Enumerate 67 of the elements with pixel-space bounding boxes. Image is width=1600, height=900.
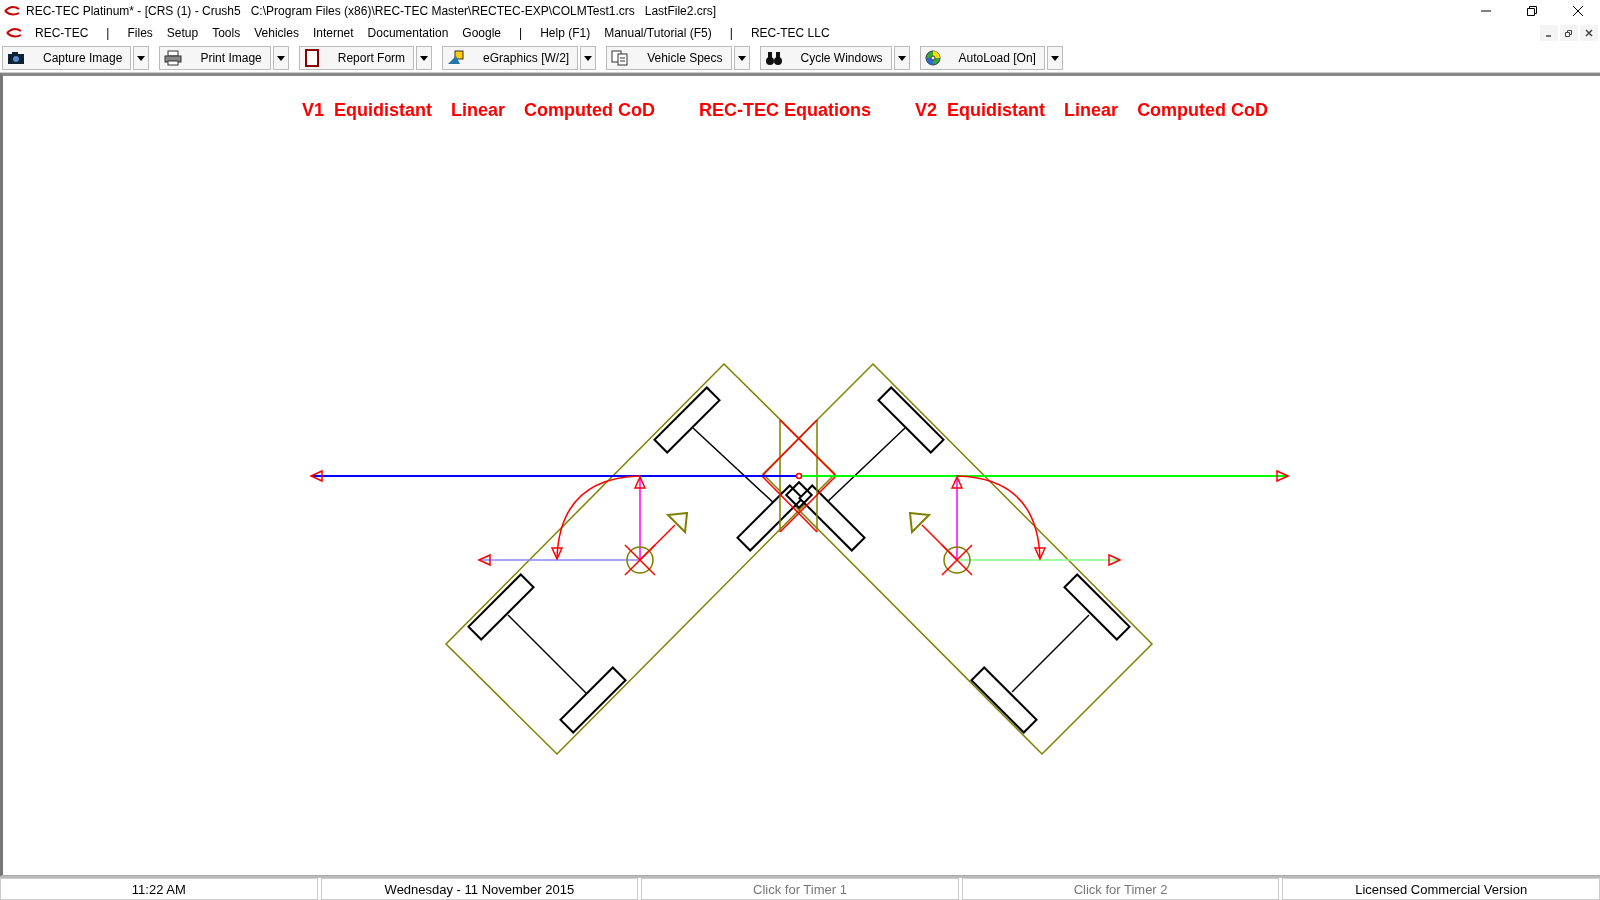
dropdown-button[interactable]: [272, 46, 289, 70]
copy-icon: [611, 50, 630, 66]
menu-item[interactable]: Help (F1): [533, 26, 598, 40]
binoculars-icon: [764, 50, 783, 66]
diagram-heading: Linear: [1064, 100, 1119, 121]
restore-icon[interactable]: [1526, 5, 1538, 17]
dropdown-button[interactable]: [893, 46, 910, 70]
child-close-button[interactable]: [1580, 25, 1598, 41]
camera-icon: [7, 51, 25, 65]
app-logo-icon: [6, 27, 22, 39]
close-icon: [1585, 29, 1593, 37]
caret-icon: [420, 55, 429, 61]
toolbar-button[interactable]: Cycle Windows: [759, 46, 892, 70]
status-cell[interactable]: Click for Timer 1: [641, 878, 959, 900]
menu-separator: |: [105, 26, 111, 40]
dropdown-button[interactable]: [1046, 46, 1063, 70]
menu-item[interactable]: Files: [120, 26, 160, 40]
menu-item[interactable]: REC-TEC: [28, 26, 96, 40]
caret-icon: [584, 55, 593, 61]
caret-icon: [276, 55, 285, 61]
dropdown-button[interactable]: [733, 46, 750, 70]
toolbar-button[interactable]: AutoLoad [On]: [919, 46, 1045, 70]
close-icon[interactable]: [1572, 5, 1584, 17]
status-cell: 11:22 AM: [0, 878, 318, 900]
menu-separator: |: [518, 26, 524, 40]
document-icon: [303, 49, 320, 67]
menu-item[interactable]: Manual/Tutorial (F5): [597, 26, 719, 40]
menu-item[interactable]: Tools: [205, 26, 248, 40]
dropdown-button[interactable]: [133, 46, 150, 70]
menu-separator: |: [728, 26, 734, 40]
caret-icon: [1050, 55, 1059, 61]
disc-icon: [924, 50, 941, 66]
diagram-heading: Computed CoD: [1137, 100, 1269, 121]
diagram-heading: Computed CoD: [524, 100, 656, 121]
menu-item[interactable]: REC-TEC LLC: [743, 26, 837, 40]
dropdown-button[interactable]: [580, 46, 597, 70]
center-of-mass-marker: [624, 544, 656, 576]
child-minimize-button[interactable]: [1540, 25, 1558, 41]
caret-icon: [897, 55, 906, 61]
menu-item[interactable]: Setup: [159, 26, 206, 40]
diagram-heading: V2 Equidistant: [915, 100, 1046, 121]
status-cell: Wednesday - 11 November 2015: [320, 878, 639, 900]
printer-icon: [164, 50, 183, 66]
diagram-heading: REC-TEC Equations: [699, 100, 872, 121]
status-cell: Licensed Commercial Version: [1282, 878, 1600, 900]
caret-icon: [137, 55, 146, 61]
restore-icon: [1565, 29, 1573, 37]
diagram-heading: Linear: [451, 100, 506, 121]
menu-item[interactable]: Documentation: [360, 26, 456, 40]
toolbar-button[interactable]: Vehicle Specs: [606, 46, 732, 70]
impact-point: [795, 472, 803, 480]
toolbar-button[interactable]: eGraphics [W/2]: [442, 46, 579, 70]
center-of-mass-marker: [941, 544, 973, 576]
menu-item[interactable]: Vehicles: [247, 26, 306, 40]
diagram-heading: V1 Equidistant: [302, 100, 433, 121]
caret-icon: [737, 55, 746, 61]
app-logo-icon: [4, 5, 20, 17]
toolbar-button[interactable]: Capture Image: [2, 46, 132, 70]
window-title: REC-TEC Platinum* - [CRS (1) - Crush5 C:\Program Files (x86)\REC-TEC Master\RECTEC-EXP\COLMTest1.crs LastFile2.crs]: [26, 4, 717, 18]
menu-item[interactable]: Google: [455, 26, 508, 40]
toolbar-button[interactable]: Print Image: [159, 46, 271, 70]
graphics-icon: [447, 50, 466, 66]
child-restore-button[interactable]: [1560, 25, 1578, 41]
status-cell[interactable]: Click for Timer 2: [961, 878, 1280, 900]
dropdown-button[interactable]: [416, 46, 433, 70]
toolbar-button[interactable]: Report Form: [298, 46, 415, 70]
menu-item[interactable]: Internet: [305, 26, 361, 40]
